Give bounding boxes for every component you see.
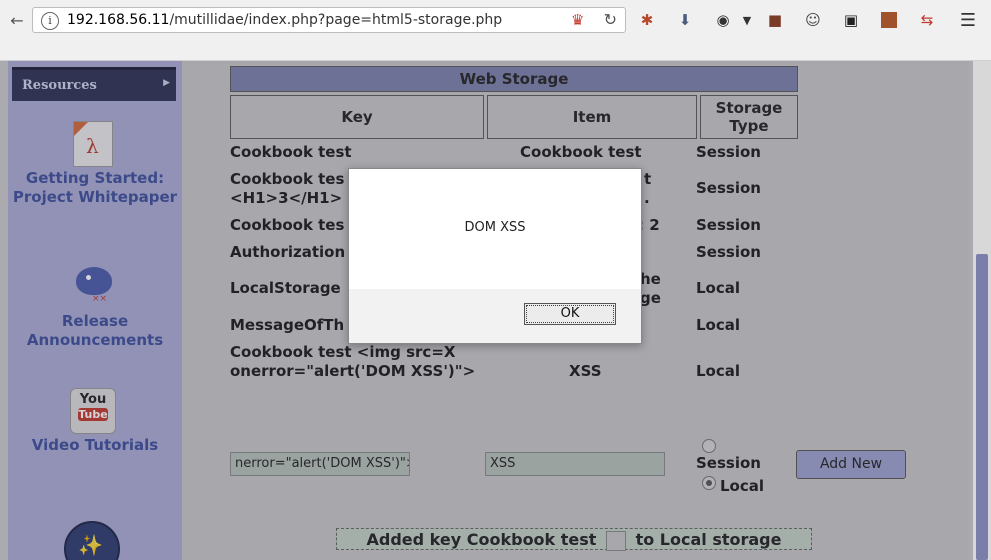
cookie-icon[interactable]: ◉ <box>712 10 734 30</box>
address-bar[interactable]: i 192.168.56.11/mutillidae/index.php?pag… <box>32 7 626 33</box>
ok-button[interactable]: OK <box>524 303 616 325</box>
browser-toolbar: ← i 192.168.56.11/mutillidae/index.php?p… <box>0 0 991 61</box>
url-host: 192.168.56.11 <box>67 12 170 28</box>
shield-icon[interactable]: ♛ <box>571 11 589 29</box>
url-text: 192.168.56.11/mutillidae/index.php?page=… <box>67 12 502 28</box>
alert-dialog: DOM XSS OK <box>348 168 642 344</box>
url-path: /mutillidae/index.php?page=html5-storage… <box>169 12 503 28</box>
chevron-down-icon[interactable]: ▼ <box>736 10 758 30</box>
addon-icon[interactable]: ■ <box>764 10 786 30</box>
extension-icon[interactable]: ✱ <box>636 10 658 30</box>
menu-icon[interactable]: ☰ <box>957 10 979 31</box>
switch-icon[interactable]: ⇆ <box>916 10 938 30</box>
download-icon[interactable]: ⬇ <box>674 10 696 30</box>
site-info-icon[interactable]: i <box>41 12 59 30</box>
mask-icon[interactable]: ▣ <box>840 10 862 30</box>
alert-message-area: DOM XSS <box>349 169 641 289</box>
scrollbar-thumb[interactable] <box>976 254 988 560</box>
alert-message: DOM XSS <box>464 220 526 235</box>
scrollbar[interactable] <box>973 61 991 560</box>
reload-icon[interactable]: ↻ <box>604 10 617 29</box>
back-icon[interactable]: ← <box>6 9 28 31</box>
ghost-icon[interactable]: ☺ <box>802 10 824 30</box>
color-square-icon[interactable] <box>878 10 900 30</box>
